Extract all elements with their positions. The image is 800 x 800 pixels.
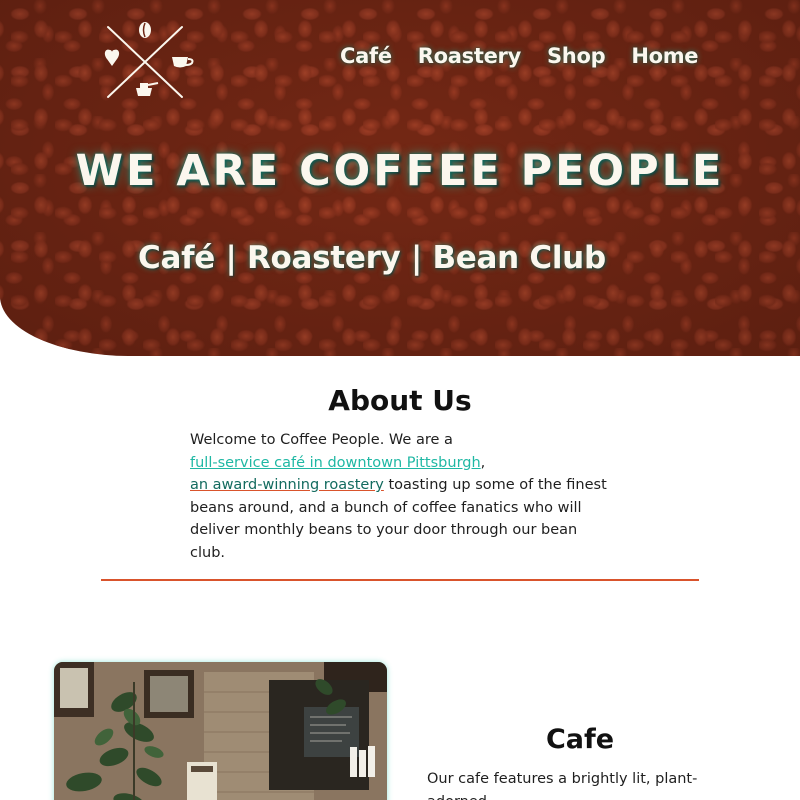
section-divider	[101, 579, 699, 581]
hero-banner: Café Roastery Shop Home WE ARE COFFEE PE…	[0, 0, 800, 356]
cafe-interior-photo	[54, 662, 387, 800]
full-service-cafe-link[interactable]: full-service café in downtown Pittsburgh	[190, 455, 481, 471]
award-winning-roastery-link[interactable]: an award-winning roastery	[190, 477, 384, 493]
about-comma: ,	[480, 454, 486, 471]
hero-subtitle: Café | Roastery | Bean Club	[138, 240, 606, 276]
heart-icon	[104, 49, 120, 66]
about-title: About Us	[328, 384, 472, 417]
coffee-cup-icon	[172, 57, 194, 68]
nav-cafe-link[interactable]: Café	[340, 44, 392, 68]
cafe-interior-illustration	[54, 662, 387, 800]
cafe-description: Our cafe features a brightly lit, plant-…	[427, 771, 698, 800]
coffee-pot-icon	[136, 82, 159, 96]
nav-home-link[interactable]: Home	[631, 44, 698, 68]
nav-shop-link[interactable]: Shop	[547, 44, 606, 68]
cafe-section-title: Cafe	[545, 724, 615, 755]
coffee-people-logo[interactable]	[100, 20, 200, 102]
about-paragraph: Welcome to Coffee People. We are a full-…	[190, 429, 610, 564]
coffee-bean-icon	[139, 22, 151, 38]
about-intro-text: Welcome to Coffee People. We are a	[190, 432, 453, 448]
nav-roastery-link[interactable]: Roastery	[418, 44, 522, 68]
hero-title: WE ARE COFFEE PEOPLE	[75, 146, 725, 196]
main-nav: Café Roastery Shop Home	[340, 44, 724, 68]
